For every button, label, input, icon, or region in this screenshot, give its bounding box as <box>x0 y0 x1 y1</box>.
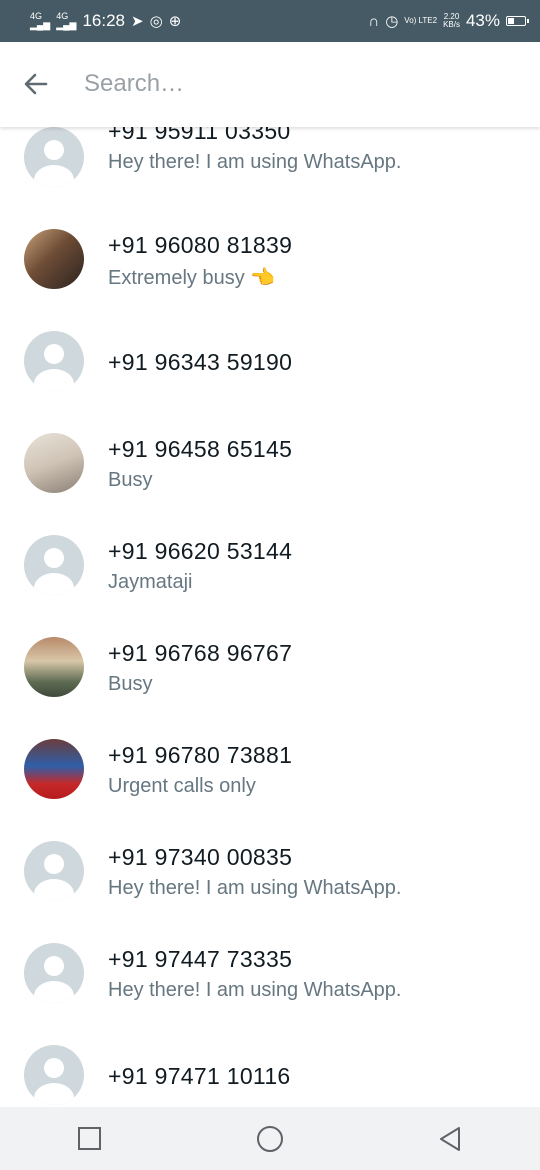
contact-row[interactable]: +91 96780 73881 Urgent calls only <box>0 726 540 828</box>
default-avatar-icon <box>24 841 84 901</box>
contact-phone: +91 95911 03350 <box>108 127 291 144</box>
clock: 16:28 <box>82 11 126 30</box>
contact-row[interactable]: +91 96768 96767 Busy <box>0 624 540 726</box>
contact-row[interactable]: +91 97471 10116 <box>0 1032 540 1107</box>
contact-row[interactable]: +91 95911 03350 Hey there! I am using Wh… <box>0 127 540 216</box>
contact-row[interactable]: +91 96458 65145 Busy <box>0 420 540 522</box>
square-icon <box>78 1126 101 1150</box>
signal-2: 4G ▂▄▆ <box>56 11 77 30</box>
telegram-icon: ➤ <box>131 13 144 30</box>
contact-phone: +91 96768 96767 <box>108 640 293 666</box>
contact-phone: +91 97447 73335 <box>108 946 293 972</box>
contact-row[interactable]: +91 97340 00835 Hey there! I am using Wh… <box>0 828 540 930</box>
contact-about: Busy <box>108 469 153 491</box>
contact-list: +91 95911 03350 Hey there! I am using Wh… <box>0 127 540 1107</box>
contact-phone: +91 96343 59190 <box>108 349 293 375</box>
alarm-icon: ◷ <box>385 13 399 30</box>
circle-icon <box>257 1125 283 1152</box>
contact-photo <box>24 229 84 289</box>
default-avatar-icon <box>24 1045 84 1105</box>
battery-icon <box>506 16 529 26</box>
contact-about: Jaymataji <box>108 571 193 593</box>
search-bar <box>0 42 540 127</box>
contact-photo <box>24 433 84 493</box>
contact-row[interactable]: +91 96620 53144 Jaymataji <box>0 522 540 624</box>
contact-about: Hey there! I am using WhatsApp. <box>108 979 402 1001</box>
contact-about: Urgent calls only <box>108 775 256 797</box>
search-input[interactable] <box>84 64 504 104</box>
home-button[interactable] <box>250 1119 290 1159</box>
battery-percent: 43% <box>465 11 500 30</box>
default-avatar-icon <box>24 127 84 187</box>
headphones-icon: ∩ <box>368 12 380 30</box>
recents-button[interactable] <box>70 1119 110 1159</box>
app-icon: ⊕ <box>168 13 182 30</box>
contact-row[interactable]: +91 97447 73335 Hey there! I am using Wh… <box>0 930 540 1032</box>
contact-phone: +91 97340 00835 <box>108 844 293 870</box>
contact-phone: +91 97471 10116 <box>108 1063 291 1089</box>
default-avatar-icon <box>24 943 84 1003</box>
contact-about: Busy <box>108 673 153 695</box>
contact-phone: +91 96780 73881 <box>108 742 293 768</box>
status-bar: 4G ▂▄▆ 4G ▂▄▆ 16:28 ➤ ◎ ⊕ ∩ ◷ Vo) LTE2 2.2… <box>0 0 540 42</box>
signal-1: 4G ▂▄▆ <box>30 11 51 30</box>
contact-about: Hey there! I am using WhatsApp. <box>108 877 402 899</box>
network-type: Vo) LTE2 <box>404 16 438 25</box>
contact-row[interactable]: +91 96080 81839 Extremely busy 👈 <box>0 216 540 318</box>
contact-phone: +91 96620 53144 <box>108 538 293 564</box>
whatsapp-icon: ◎ <box>149 13 163 30</box>
system-nav-bar <box>0 1107 540 1170</box>
back-arrow-icon[interactable] <box>22 70 50 98</box>
network-speed: 2.20 KB/s <box>443 12 460 29</box>
back-button[interactable] <box>430 1119 470 1159</box>
contact-about: Hey there! I am using WhatsApp. <box>108 151 402 173</box>
default-avatar-icon <box>24 535 84 595</box>
contact-phone: +91 96458 65145 <box>108 436 293 462</box>
contact-photo <box>24 637 84 697</box>
contact-about: Extremely busy 👈 <box>108 267 276 289</box>
contact-photo <box>24 739 84 799</box>
triangle-back-icon <box>440 1126 460 1151</box>
contact-phone: +91 96080 81839 <box>108 232 293 258</box>
contact-row[interactable]: +91 96343 59190 <box>0 318 540 420</box>
default-avatar-icon <box>24 331 84 391</box>
